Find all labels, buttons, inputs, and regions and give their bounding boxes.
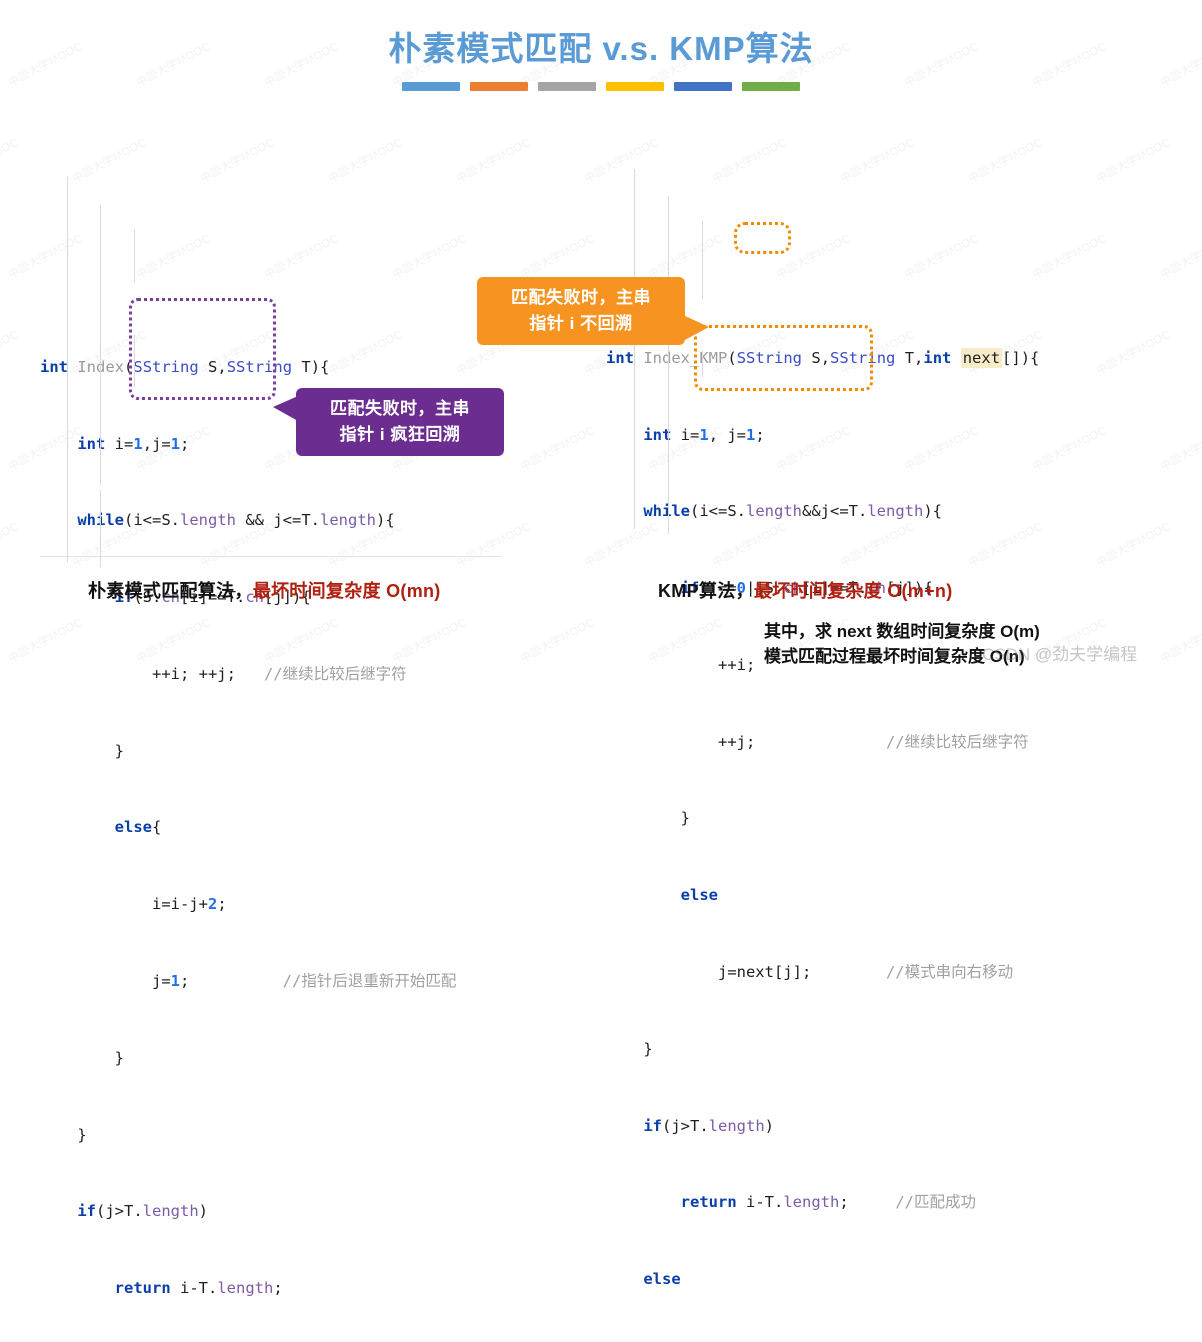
code-line: while(i<=S.length&&j<=T.length){: [643, 502, 942, 521]
code-line: j=next[j]; //模式串向右移动: [606, 963, 1014, 981]
caption-right-red: 最坏时间复杂度 O(m+n): [753, 581, 953, 601]
code-line: return i-T.length;: [114, 1279, 283, 1298]
callout-no-backtrack: 匹配失败时，主串 指针 i 不回溯: [477, 277, 709, 345]
code-line: if(j>T.length): [643, 1116, 775, 1135]
highlight-box-naive-else: [129, 298, 276, 400]
bar-gray: [538, 82, 596, 91]
bar-yellow: [606, 82, 664, 91]
caption-right-black: KMP算法，: [658, 581, 754, 601]
bar-green: [742, 82, 800, 91]
code-line: }: [40, 1048, 124, 1067]
next-token-highlight: next: [960, 347, 1003, 368]
callout-orange-line2: 指针 i 不回溯: [529, 314, 633, 333]
caption-left-red: 最坏时间复杂度 O(mn): [252, 581, 441, 601]
caption-left-black: 朴素模式匹配算法，: [88, 581, 253, 601]
bar-darkblue: [674, 82, 732, 91]
csdn-watermark: CSDN @劲夫学编程: [982, 645, 1138, 664]
callout-orange-line1: 匹配失败时，主串: [511, 288, 651, 307]
callout-heavy-backtrack: 匹配失败时，主串 指针 i 疯狂回溯: [273, 388, 504, 456]
code-line: int i=1, j=1;: [643, 425, 765, 444]
code-comment: //继续比较后继字符: [885, 732, 1029, 751]
callout-purple-line1: 匹配失败时，主串: [330, 399, 470, 418]
page-title: 朴素模式匹配 v.s. KMP算法: [388, 30, 814, 67]
code-line: if(j>T.length): [77, 1202, 209, 1221]
code-line: ++j; //继续比较后继字符: [606, 732, 1029, 751]
highlight-box-kmp-else: [694, 325, 873, 391]
code-line: i=i-j+2;: [40, 895, 227, 914]
code-comment: //指针后退重新开始匹配: [282, 972, 457, 990]
title-divider-bars: [0, 82, 1202, 91]
bar-orange: [470, 82, 528, 91]
bar-blue: [402, 82, 460, 91]
code-line: }: [40, 741, 124, 760]
code-line: }: [606, 1039, 653, 1058]
code-line: }: [40, 1125, 87, 1144]
callout-purple-tail: [273, 396, 298, 421]
caption-naive-complexity: 朴素模式匹配算法，最坏时间复杂度 O(mn): [88, 577, 441, 603]
caption-kmp-complexity: KMP算法，最坏时间复杂度 O(m+n): [658, 577, 953, 603]
code-line: return i-T.length; //匹配成功: [680, 1193, 976, 1212]
callout-orange-tail: [683, 315, 709, 341]
code-line: else{: [114, 818, 162, 837]
code-comment: //匹配成功: [895, 1193, 976, 1212]
code-comment: //继续比较后继字符: [263, 664, 407, 683]
code-comment: //模式串向右移动: [885, 963, 1014, 981]
callout-purple-line2: 指针 i 疯狂回溯: [339, 425, 461, 444]
code-block-divider: [40, 556, 502, 557]
code-line: while(i<=S.length && j<=T.length){: [77, 511, 395, 530]
code-line: ++i; ++j; //继续比较后继字符: [40, 664, 407, 683]
highlight-box-j-equals-zero: [734, 222, 791, 254]
title-block: 朴素模式匹配 v.s. KMP算法: [0, 28, 1202, 91]
code-line: else: [643, 1270, 681, 1289]
code-line: }: [606, 809, 690, 828]
code-line: else: [680, 886, 718, 905]
code-line: j=1; //指针后退重新开始匹配: [40, 972, 457, 990]
